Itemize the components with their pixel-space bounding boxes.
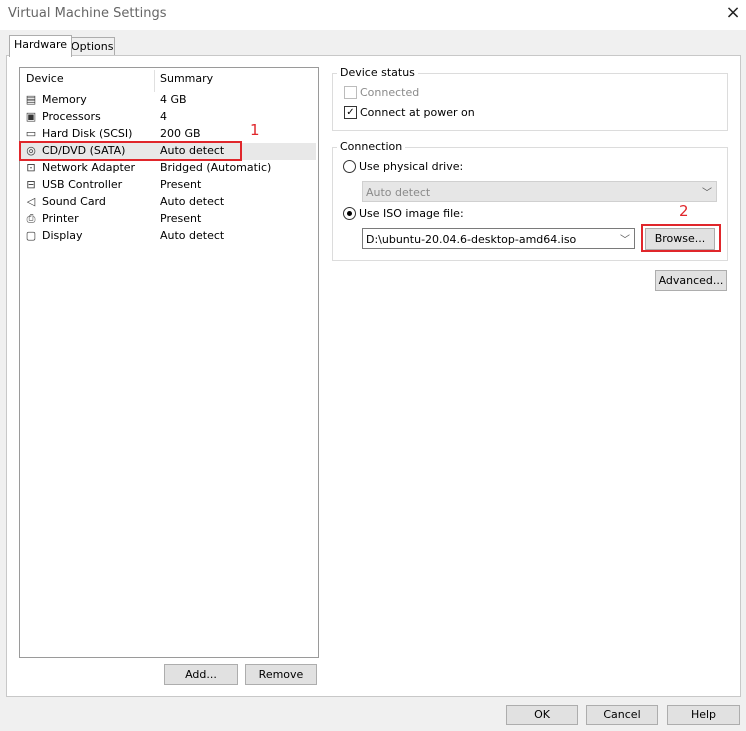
connect-at-power-on-label: Connect at power on [360, 106, 475, 119]
close-icon[interactable]: × [722, 2, 744, 24]
device-summary: Bridged (Automatic) [160, 161, 272, 174]
list-item-printer[interactable]: ⎙ Printer Present [20, 211, 316, 228]
connected-checkbox[interactable] [344, 86, 357, 99]
printer-icon: ⎙ [26, 212, 36, 225]
device-summary: Auto detect [160, 195, 225, 208]
iso-path-value: D:\ubuntu-20.04.6-desktop-amd64.iso [366, 233, 577, 246]
column-separator[interactable] [154, 70, 155, 92]
device-status-label: Device status [337, 66, 418, 79]
usb-icon: ⊟ [26, 178, 36, 191]
help-button[interactable]: Help [667, 705, 740, 725]
chevron-down-icon: ﹀ [620, 235, 630, 246]
list-item-memory[interactable]: ▤ Memory 4 GB [20, 92, 316, 109]
network-adapter-icon: ⊡ [26, 161, 36, 174]
annotation-box-1 [19, 141, 242, 161]
device-summary: 4 [160, 110, 167, 123]
device-column-header[interactable]: Device [26, 72, 64, 85]
device-name: Hard Disk (SCSI) [42, 127, 133, 140]
list-item-sound-card[interactable]: ◁ Sound Card Auto detect [20, 194, 316, 211]
device-name: Printer [42, 212, 79, 225]
physical-drive-select[interactable]: Auto detect ﹀ [362, 181, 717, 202]
physical-drive-label: Use physical drive: [359, 160, 464, 173]
device-name: Memory [42, 93, 87, 106]
device-summary: Present [160, 212, 202, 225]
display-icon: ▢ [25, 229, 37, 242]
remove-button[interactable]: Remove [245, 664, 317, 685]
annotation-box-2 [641, 224, 721, 252]
annotation-marker-1: 1 [250, 121, 260, 139]
cancel-button[interactable]: Cancel [586, 705, 658, 725]
hard-disk-icon: ▭ [25, 127, 37, 140]
annotation-marker-2: 2 [679, 202, 689, 220]
speaker-icon: ◁ [26, 195, 36, 208]
memory-icon: ▤ [25, 93, 37, 106]
device-status-group [332, 73, 728, 131]
connected-label: Connected [360, 86, 420, 99]
processor-icon: ▣ [25, 110, 37, 123]
physical-drive-value: Auto detect [366, 186, 431, 199]
tab-hardware[interactable]: Hardware [9, 35, 72, 57]
list-item-display[interactable]: ▢ Display Auto detect [20, 228, 316, 245]
add-button[interactable]: Add... [164, 664, 238, 685]
summary-column-header[interactable]: Summary [160, 72, 213, 85]
device-name: Network Adapter [42, 161, 136, 174]
iso-image-radio[interactable] [343, 207, 356, 220]
device-name: USB Controller [42, 178, 123, 191]
ok-button[interactable]: OK [506, 705, 578, 725]
connection-label: Connection [337, 140, 406, 153]
device-name: Sound Card [42, 195, 106, 208]
connect-at-power-on-checkbox[interactable]: ✓ [344, 106, 357, 119]
advanced-button[interactable]: Advanced... [655, 270, 727, 291]
device-summary: 4 GB [160, 93, 187, 106]
window-title: Virtual Machine Settings [8, 6, 167, 21]
list-item-network-adapter[interactable]: ⊡ Network Adapter Bridged (Automatic) [20, 160, 316, 177]
iso-image-label: Use ISO image file: [359, 207, 464, 220]
device-name: Display [42, 229, 83, 242]
iso-path-combobox[interactable]: D:\ubuntu-20.04.6-desktop-amd64.iso ﹀ [362, 228, 635, 249]
physical-drive-radio[interactable] [343, 160, 356, 173]
radio-dot [347, 211, 352, 216]
device-summary: Present [160, 178, 202, 191]
list-item-usb-controller[interactable]: ⊟ USB Controller Present [20, 177, 316, 194]
device-name: Processors [42, 110, 101, 123]
check-icon: ✓ [346, 107, 355, 118]
device-summary: 200 GB [160, 127, 201, 140]
device-summary: Auto detect [160, 229, 225, 242]
tab-options[interactable]: Options [67, 37, 115, 56]
list-item-processors[interactable]: ▣ Processors 4 [20, 109, 316, 126]
chevron-down-icon: ﹀ [702, 188, 712, 199]
